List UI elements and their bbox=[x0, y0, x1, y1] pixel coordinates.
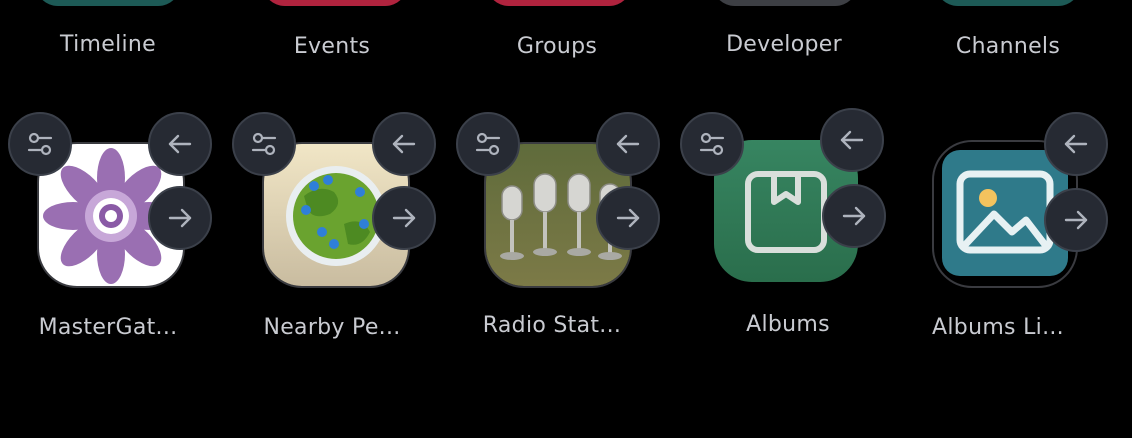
arrow-left-icon bbox=[168, 134, 192, 154]
move-right-button[interactable] bbox=[822, 184, 886, 248]
app-label-groups[interactable]: Groups bbox=[517, 34, 597, 59]
app-label-mastergat[interactable]: MasterGat... bbox=[39, 315, 178, 340]
app-label-albums-li[interactable]: Albums Li... bbox=[932, 315, 1064, 340]
move-left-button[interactable] bbox=[820, 108, 884, 172]
move-left-button[interactable] bbox=[596, 112, 660, 176]
move-right-button[interactable] bbox=[596, 186, 660, 250]
arrow-left-icon bbox=[840, 130, 864, 150]
app-icon-channels[interactable] bbox=[935, 0, 1081, 6]
move-right-button[interactable] bbox=[148, 186, 212, 250]
app-icon-events[interactable] bbox=[262, 0, 408, 6]
app-icon-timeline[interactable] bbox=[35, 0, 181, 6]
sliders-icon bbox=[699, 132, 725, 156]
move-left-button[interactable] bbox=[148, 112, 212, 176]
app-label-radio[interactable]: Radio Stat... bbox=[483, 313, 621, 338]
app-icon-groups[interactable] bbox=[486, 0, 632, 6]
arrow-left-icon bbox=[616, 134, 640, 154]
arrow-left-icon bbox=[1064, 134, 1088, 154]
sliders-icon bbox=[251, 132, 277, 156]
settings-button[interactable] bbox=[680, 112, 744, 176]
app-icon-developer[interactable] bbox=[712, 0, 858, 6]
settings-button[interactable] bbox=[232, 112, 296, 176]
arrow-right-icon bbox=[616, 208, 640, 228]
app-label-timeline[interactable]: Timeline bbox=[60, 32, 156, 57]
app-label-nearby[interactable]: Nearby Pe... bbox=[263, 315, 400, 340]
settings-button[interactable] bbox=[8, 112, 72, 176]
arrow-left-icon bbox=[392, 134, 416, 154]
settings-button[interactable] bbox=[456, 112, 520, 176]
arrow-right-icon bbox=[842, 206, 866, 226]
move-right-button[interactable] bbox=[372, 186, 436, 250]
move-left-button[interactable] bbox=[1044, 112, 1108, 176]
move-right-button[interactable] bbox=[1044, 188, 1108, 252]
app-label-albums[interactable]: Albums bbox=[746, 312, 830, 337]
app-label-developer[interactable]: Developer bbox=[726, 32, 842, 57]
sliders-icon bbox=[475, 132, 501, 156]
arrow-right-icon bbox=[392, 208, 416, 228]
move-left-button[interactable] bbox=[372, 112, 436, 176]
arrow-right-icon bbox=[168, 208, 192, 228]
app-label-channels[interactable]: Channels bbox=[956, 34, 1060, 59]
sliders-icon bbox=[27, 132, 53, 156]
arrow-right-icon bbox=[1064, 210, 1088, 230]
app-label-events[interactable]: Events bbox=[294, 34, 370, 59]
